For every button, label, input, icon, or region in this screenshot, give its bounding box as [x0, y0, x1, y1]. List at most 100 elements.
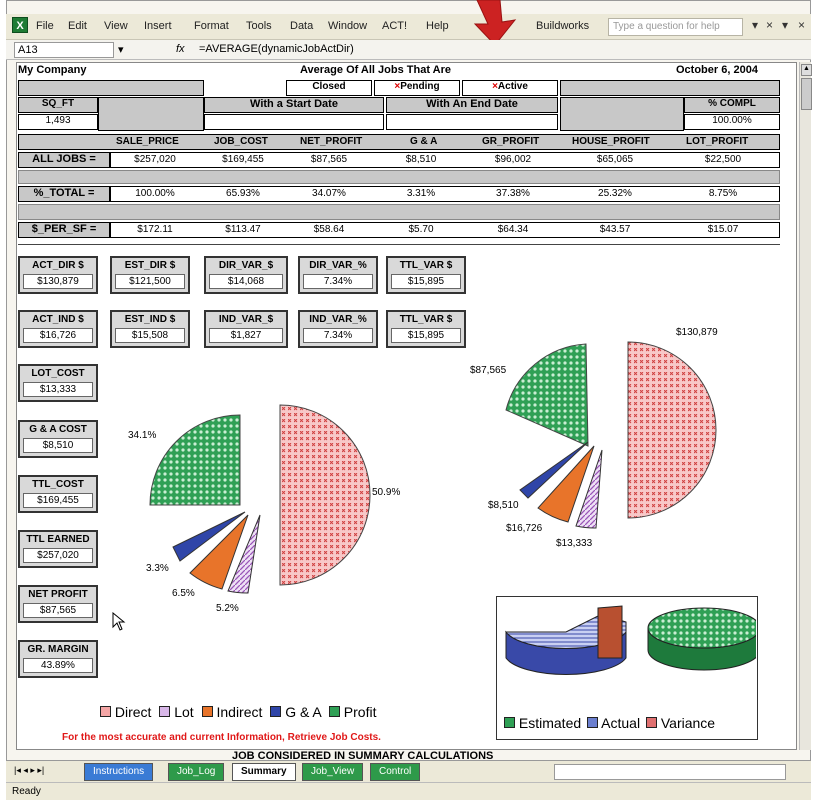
legend-left: Direct Lot Indirect G & A Profit — [100, 704, 376, 720]
tab-job-view[interactable]: Job_View — [302, 763, 364, 781]
table-cell[interactable]: $58.64 — [294, 224, 364, 235]
menu-act[interactable]: ACT! — [382, 20, 407, 32]
table-cell[interactable]: $96,002 — [478, 154, 548, 165]
menu-view[interactable]: View — [104, 20, 128, 32]
kpi-gr-margin[interactable]: GR. MARGIN 43.89% — [18, 640, 98, 678]
row-label-pct-total: %_TOTAL = — [18, 186, 110, 202]
pie-label: $13,333 — [556, 538, 593, 549]
mouse-cursor-icon — [112, 612, 126, 631]
pie-slice-profit[interactable] — [505, 343, 589, 447]
table-cell[interactable]: $64.34 — [478, 224, 548, 235]
formula-input[interactable]: =AVERAGE(dynamicJobActDir) — [196, 42, 596, 58]
menu-tools[interactable]: Tools — [246, 20, 272, 32]
kpi-ttl-var[interactable]: TTL_VAR $ $15,895 — [386, 256, 466, 294]
legend-swatch-profit — [328, 706, 340, 717]
pie-chart-3d[interactable] — [498, 600, 756, 705]
menu-edit[interactable]: Edit — [68, 20, 87, 32]
restore-window-icon[interactable]: ▾ — [782, 18, 788, 32]
kpi-net-profit[interactable]: NET PROFIT $87,565 — [18, 585, 98, 623]
table-cell[interactable]: 65.93% — [208, 188, 278, 199]
kpi-dir-var-dollar[interactable]: DIR_VAR_$ $14,068 — [204, 256, 288, 294]
table-cell[interactable]: 37.38% — [478, 188, 548, 199]
kpi-act-dir[interactable]: ACT_DIR $ $130,879 — [18, 256, 98, 294]
scroll-thumb[interactable] — [801, 78, 812, 110]
kpi-act-ind[interactable]: ACT_IND $ $16,726 — [18, 310, 98, 348]
tab-instructions[interactable]: Instructions — [84, 763, 154, 781]
end-date-label: With An End Date — [386, 97, 558, 113]
pie-slice-variance[interactable] — [597, 605, 623, 659]
legend-swatch-variance — [645, 717, 657, 728]
kpi-dir-var-pct[interactable]: DIR_VAR_% 7.34% — [298, 256, 378, 294]
table-cell[interactable]: $43.57 — [580, 224, 650, 235]
legend-swatch-ga — [270, 706, 282, 717]
horizontal-scrollbar[interactable] — [554, 764, 786, 780]
legend-label-profit: Profit — [343, 704, 377, 720]
scroll-up-icon[interactable]: ▲ — [801, 64, 812, 76]
col-lot-profit: LOT_PROFIT — [686, 136, 749, 147]
menu-format[interactable]: Format — [194, 20, 229, 32]
table-cell[interactable]: 8.75% — [688, 188, 758, 199]
kpi-ind-var-dollar[interactable]: IND_VAR_$ $1,827 — [204, 310, 288, 348]
vertical-scrollbar[interactable]: ▲ — [799, 62, 812, 750]
filter-active[interactable]: ×Active — [462, 80, 558, 96]
pie-chart-right[interactable] — [490, 330, 730, 550]
name-box[interactable]: A13 — [14, 42, 114, 58]
pct-compl-value[interactable]: 100.00% — [684, 114, 780, 130]
menu-data[interactable]: Data — [290, 20, 313, 32]
close-workbook-icon[interactable]: × — [766, 18, 773, 32]
col-sale-price: SALE_PRICE — [116, 136, 179, 147]
filter-closed[interactable]: Closed — [286, 80, 372, 96]
legend-label-variance: Variance — [660, 715, 716, 731]
pie-chart-left[interactable] — [120, 395, 420, 625]
end-date-cell[interactable] — [386, 114, 558, 130]
table-cell[interactable]: $65,065 — [580, 154, 650, 165]
retrieve-warning: For the most accurate and current Inform… — [62, 732, 381, 743]
tab-job-log[interactable]: Job_Log — [168, 763, 225, 781]
name-box-dropdown-icon[interactable]: ▾ — [118, 43, 124, 56]
table-cell[interactable]: 25.32% — [580, 188, 650, 199]
tab-control[interactable]: Control — [370, 763, 421, 781]
table-cell[interactable]: $8,510 — [386, 154, 456, 165]
kpi-lot-cost[interactable]: LOT_COST $13,333 — [18, 364, 98, 402]
col-house-profit: HOUSE_PROFIT — [572, 136, 650, 147]
table-cell[interactable]: $15.07 — [688, 224, 758, 235]
kpi-est-ind[interactable]: EST_IND $ $15,508 — [110, 310, 190, 348]
help-dropdown-icon[interactable]: ▾ — [752, 18, 758, 32]
help-search-input[interactable]: Type a question for help — [608, 18, 743, 36]
sq-ft-value[interactable]: 1,493 — [18, 114, 98, 130]
kpi-ga-cost[interactable]: G & A COST $8,510 — [18, 420, 98, 458]
table-cell[interactable]: 100.00% — [120, 188, 190, 199]
tab-summary[interactable]: Summary — [232, 763, 296, 781]
pie-slice-direct[interactable] — [279, 404, 371, 586]
table-cell[interactable]: $169,455 — [208, 154, 278, 165]
tab-nav-arrows-icon[interactable]: |◂ ◂ ▸ ▸| — [14, 765, 44, 776]
table-cell[interactable]: $22,500 — [688, 154, 758, 165]
table-cell[interactable]: $87,565 — [294, 154, 364, 165]
menu-help[interactable]: Help — [426, 20, 449, 32]
kpi-ind-var-pct[interactable]: IND_VAR_% 7.34% — [298, 310, 378, 348]
pie-slice-estimated[interactable] — [647, 607, 756, 649]
table-cell[interactable]: $5.70 — [386, 224, 456, 235]
legend-label-direct: Direct — [114, 704, 152, 720]
menu-window[interactable]: Window — [328, 20, 367, 32]
kpi-est-dir[interactable]: EST_DIR $ $121,500 — [110, 256, 190, 294]
menu-file[interactable]: File — [36, 20, 54, 32]
table-cell[interactable]: 3.31% — [386, 188, 456, 199]
fx-icon[interactable]: fx — [176, 43, 185, 55]
menu-insert[interactable]: Insert — [144, 20, 172, 32]
menu-buildworks[interactable]: Buildworks — [536, 20, 589, 32]
table-cell[interactable]: $172.11 — [120, 224, 190, 235]
table-cell[interactable]: 34.07% — [294, 188, 364, 199]
table-cell[interactable]: $257,020 — [120, 154, 190, 165]
row-label-all-jobs: ALL JOBS = — [18, 152, 110, 168]
kpi-ttl-var-2[interactable]: TTL_VAR $ $15,895 — [386, 310, 466, 348]
start-date-cell[interactable] — [204, 114, 384, 130]
legend-label-estimated: Estimated — [518, 715, 582, 731]
pie-slice-profit[interactable] — [149, 414, 241, 506]
table-cell[interactable]: $113.47 — [208, 224, 278, 235]
pie-slice-direct[interactable] — [627, 341, 717, 519]
kpi-ttl-earned[interactable]: TTL EARNED $257,020 — [18, 530, 98, 568]
close-window-icon[interactable]: × — [798, 18, 805, 32]
filter-pending[interactable]: ×Pending — [374, 80, 460, 96]
kpi-ttl-cost[interactable]: TTL_COST $169,455 — [18, 475, 98, 513]
